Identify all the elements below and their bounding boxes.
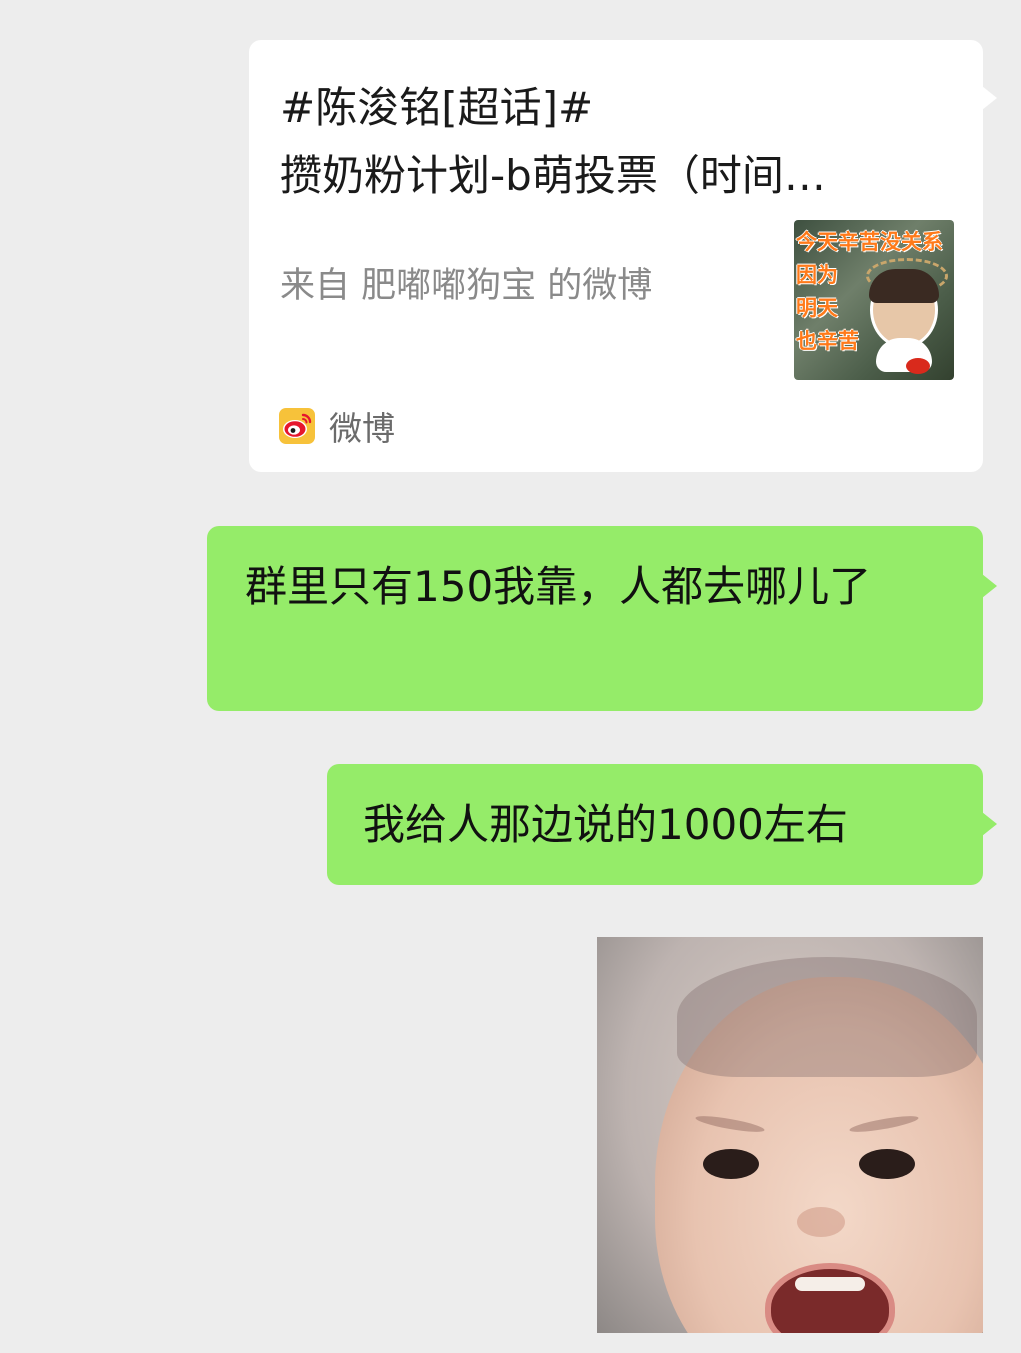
share-card-source: 来自 肥嘟嘟狗宝 的微博 [280, 266, 653, 306]
share-card-title: #陈浚铭[超话]# 攒奶粉计划-b萌投票（时间… [280, 74, 940, 210]
baby-right-eye [859, 1149, 915, 1179]
baby-left-eye [703, 1149, 759, 1179]
thumbnail-fish [906, 358, 930, 374]
share-card-title-line2: 攒奶粉计划-b萌投票（时间… [280, 151, 826, 200]
weibo-icon [279, 408, 315, 444]
chat-message-text: 我给人那边说的1000左右 [363, 800, 848, 849]
thumbnail-caption: 今天辛苦没关系 因为 明天 也辛苦 [796, 230, 943, 353]
chat-message-bubble[interactable]: 我给人那边说的1000左右 [327, 764, 997, 885]
baby-nose [797, 1207, 845, 1237]
baby-hair [677, 957, 977, 1077]
share-card-thumbnail: 今天辛苦没关系 因为 明天 也辛苦 [794, 220, 954, 380]
weibo-share-card[interactable]: #陈浚铭[超话]# 攒奶粉计划-b萌投票（时间… 来自 肥嘟嘟狗宝 的微博 今天… [249, 40, 997, 472]
share-card-app-source: 微博 [279, 406, 395, 448]
share-card-title-line1: #陈浚铭[超话]# [280, 83, 594, 132]
crying-baby-sticker[interactable] [597, 937, 983, 1333]
chat-message-text: 群里只有150我靠，人都去哪儿了 [245, 562, 872, 611]
share-card-app-label: 微博 [329, 409, 395, 448]
chat-message-bubble[interactable]: 群里只有150我靠，人都去哪儿了 [207, 526, 997, 711]
